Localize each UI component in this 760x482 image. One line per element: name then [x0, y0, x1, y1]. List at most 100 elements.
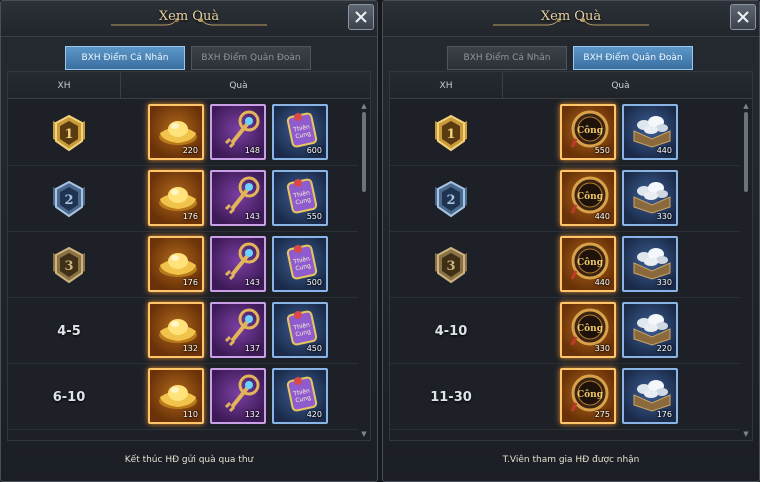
- rank-number: 3: [64, 259, 73, 274]
- reward-item[interactable]: Công 550: [560, 104, 616, 160]
- rank-cell: 1: [390, 100, 512, 166]
- reward-item[interactable]: 148: [210, 104, 266, 160]
- reward-item[interactable]: 176: [622, 368, 678, 424]
- reward-item[interactable]: Công 330: [560, 302, 616, 358]
- close-icon: [355, 11, 367, 23]
- reward-quantity: 330: [656, 212, 672, 221]
- reward-quantity: 275: [594, 410, 610, 419]
- rank-cell: 11-30: [390, 364, 512, 430]
- thien-cung-ticket-icon: Thiên Cung: [280, 175, 324, 215]
- cong-medal-icon: Công: [568, 241, 612, 281]
- reward-item[interactable]: Thiên Cung 600: [272, 104, 328, 160]
- rank-bronze-badge-icon: 3: [53, 246, 85, 284]
- silver-crate-icon: [630, 241, 674, 281]
- rank-number: 3: [446, 259, 455, 274]
- reward-item[interactable]: 220: [622, 302, 678, 358]
- reward-quantity: 132: [244, 410, 260, 419]
- reward-quantity: 550: [594, 146, 610, 155]
- column-header-rank: XH: [439, 81, 453, 91]
- reward-quantity: 330: [656, 278, 672, 287]
- reward-item[interactable]: 220: [148, 104, 204, 160]
- table-row: 4-10 Công 330 220: [390, 298, 740, 364]
- reward-item[interactable]: Thiên Cung 500: [272, 236, 328, 292]
- title-bar: Xem Quà: [383, 1, 759, 37]
- reward-quantity: 110: [182, 410, 198, 419]
- reward-items: 176 143 Thiên Cung 550: [148, 170, 328, 226]
- gem-key-icon: [218, 175, 262, 215]
- close-button[interactable]: [348, 4, 374, 30]
- reward-quantity: 176: [656, 410, 672, 419]
- tab-legion-points[interactable]: BXH Điểm Quân Đoàn: [573, 46, 693, 70]
- svg-text:Công: Công: [577, 257, 604, 268]
- svg-text:Công: Công: [577, 191, 604, 202]
- scroll-down-arrow[interactable]: ▼: [360, 430, 368, 438]
- window-title: Xem Quà: [540, 9, 602, 24]
- scrollbar[interactable]: ▲ ▼: [360, 102, 368, 438]
- title-ornament-right: [199, 18, 267, 26]
- tab-personal-points[interactable]: BXH Điểm Cá Nhân: [447, 46, 567, 70]
- scroll-thumb[interactable]: [362, 112, 366, 192]
- scroll-up-arrow[interactable]: ▲: [742, 102, 750, 110]
- reward-quantity: 220: [182, 146, 198, 155]
- reward-item[interactable]: 143: [210, 236, 266, 292]
- reward-item[interactable]: 137: [210, 302, 266, 358]
- reward-item[interactable]: 330: [622, 170, 678, 226]
- thien-cung-ticket-icon: Thiên Cung: [280, 109, 324, 149]
- rank-label: 11-30: [430, 389, 472, 405]
- svg-text:Công: Công: [577, 389, 604, 400]
- rank-silver-badge-icon: 2: [53, 180, 85, 218]
- silver-crate-icon: [630, 175, 674, 215]
- rank-cell: 3: [390, 232, 512, 298]
- thien-cung-ticket-icon: Thiên Cung: [280, 307, 324, 347]
- footer-note: T.Viên tham gia HĐ được nhận: [502, 455, 640, 465]
- silver-crate-icon: [630, 109, 674, 149]
- scroll-up-arrow[interactable]: ▲: [360, 102, 368, 110]
- reward-panel-legion: Xem Quà BXH Điểm Cá Nhân BXH Điểm Quân Đ…: [382, 0, 760, 482]
- reward-item[interactable]: Thiên Cung 450: [272, 302, 328, 358]
- svg-text:Công: Công: [577, 323, 604, 334]
- reward-item[interactable]: 440: [622, 104, 678, 160]
- table-header: XH Quà: [390, 72, 752, 99]
- reward-item[interactable]: 132: [148, 302, 204, 358]
- rank-cell: 6-10: [8, 364, 130, 430]
- reward-item[interactable]: Thiên Cung 550: [272, 170, 328, 226]
- rank-gold-badge-icon: 1: [53, 114, 85, 152]
- reward-item[interactable]: Thiên Cung 420: [272, 368, 328, 424]
- reward-quantity: 143: [244, 212, 260, 221]
- reward-item[interactable]: 110: [148, 368, 204, 424]
- gem-key-icon: [218, 109, 262, 149]
- reward-quantity: 330: [594, 344, 610, 353]
- silver-crate-icon: [630, 307, 674, 347]
- tab-legion-points[interactable]: BXH Điểm Quân Đoàn: [191, 46, 311, 70]
- reward-quantity: 176: [182, 212, 198, 221]
- reward-item[interactable]: Công 275: [560, 368, 616, 424]
- reward-item[interactable]: 143: [210, 170, 266, 226]
- cong-medal-icon: Công: [568, 109, 612, 149]
- reward-item[interactable]: Công 440: [560, 236, 616, 292]
- reward-quantity: 137: [244, 344, 260, 353]
- reward-items: 220 148 Thiên Cung 600: [148, 104, 328, 160]
- reward-item[interactable]: 330: [622, 236, 678, 292]
- table-row: 4-5 132 137 Thiên Cung 450: [8, 298, 358, 364]
- thien-cung-ticket-icon: Thiên Cung: [280, 241, 324, 281]
- reward-item[interactable]: 176: [148, 236, 204, 292]
- reward-item[interactable]: 176: [148, 170, 204, 226]
- gold-ingot-icon: [156, 241, 200, 281]
- gold-ingot-icon: [156, 373, 200, 413]
- cong-medal-icon: Công: [568, 307, 612, 347]
- reward-quantity: 440: [594, 212, 610, 221]
- rank-gold-badge-icon: 1: [435, 114, 467, 152]
- scrollbar[interactable]: ▲ ▼: [742, 102, 750, 438]
- close-button[interactable]: [730, 4, 756, 30]
- reward-quantity: 600: [306, 146, 322, 155]
- reward-item[interactable]: 132: [210, 368, 266, 424]
- tab-personal-points[interactable]: BXH Điểm Cá Nhân: [65, 46, 185, 70]
- reward-quantity: 143: [244, 278, 260, 287]
- table-row: 3 176 143 Thiên Cung 500: [8, 232, 358, 298]
- scroll-down-arrow[interactable]: ▼: [742, 430, 750, 438]
- reward-item[interactable]: Công 440: [560, 170, 616, 226]
- gold-ingot-icon: [156, 175, 200, 215]
- scroll-thumb[interactable]: [744, 112, 748, 192]
- reward-items: Công 440 330: [560, 236, 678, 292]
- table-row: 6-10 110 132 Thiên Cung 420: [8, 364, 358, 430]
